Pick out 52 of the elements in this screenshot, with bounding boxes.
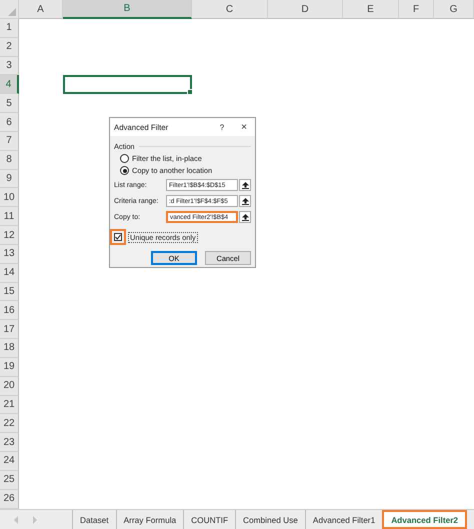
row-header[interactable]: 12: [0, 226, 19, 245]
row-header[interactable]: 6: [0, 113, 19, 132]
sheet-tab[interactable]: Array Formula: [116, 510, 184, 529]
row-header[interactable]: 25: [0, 470, 19, 490]
corner-triangle-icon: [8, 8, 16, 16]
row-header[interactable]: 19: [0, 358, 19, 377]
column-header[interactable]: G: [434, 0, 474, 19]
row-header[interactable]: 15: [0, 282, 19, 302]
row-header[interactable]: 26: [0, 490, 19, 509]
help-button[interactable]: ?: [215, 122, 229, 132]
column-header[interactable]: F: [399, 0, 434, 19]
row-header[interactable]: 18: [0, 339, 19, 358]
checkmark-icon: [114, 233, 122, 241]
sheet-tab[interactable]: Advanced Filter2: [382, 510, 468, 529]
row-header[interactable]: 16: [0, 301, 19, 320]
column-header[interactable]: C: [192, 0, 268, 19]
row-header[interactable]: 8: [0, 150, 19, 170]
row-header[interactable]: 11: [0, 207, 19, 226]
row-header[interactable]: 22: [0, 414, 19, 434]
column-header[interactable]: A: [19, 0, 63, 19]
row-header[interactable]: 4: [0, 75, 19, 94]
row-header[interactable]: 3: [0, 56, 19, 76]
close-button[interactable]: ×: [237, 122, 251, 132]
active-cell[interactable]: [63, 75, 192, 94]
radio-button[interactable]: [120, 166, 129, 175]
row-header[interactable]: 10: [0, 188, 19, 208]
row-header[interactable]: 21: [0, 396, 19, 414]
row-header[interactable]: 5: [0, 94, 19, 114]
sheet-tab[interactable]: COUNTIF: [183, 510, 236, 529]
checkbox[interactable]: [110, 229, 126, 245]
sheet-tab[interactable]: Combined Use: [235, 510, 305, 529]
radio-button[interactable]: [120, 154, 129, 163]
column-header[interactable]: B: [63, 0, 192, 19]
row-header[interactable]: 1: [0, 19, 19, 38]
column-header[interactable]: E: [343, 0, 399, 19]
upload-arrow-icon: [242, 214, 248, 220]
row-header[interactable]: 7: [0, 132, 19, 151]
row-header[interactable]: 24: [0, 452, 19, 471]
collapse-button[interactable]: [239, 211, 251, 223]
row-header[interactable]: 9: [0, 170, 19, 188]
column-header[interactable]: D: [268, 0, 343, 19]
row-header[interactable]: 13: [0, 244, 19, 264]
upload-arrow-icon: [242, 198, 248, 204]
collapse-button[interactable]: [239, 195, 251, 207]
row-header[interactable]: 2: [0, 38, 19, 57]
collapse-button[interactable]: [239, 179, 251, 191]
row-header[interactable]: 14: [0, 264, 19, 283]
upload-arrow-icon: [242, 182, 248, 188]
row-header[interactable]: 17: [0, 320, 19, 340]
sheet-tab[interactable]: Dataset: [72, 510, 116, 529]
row-header[interactable]: 23: [0, 433, 19, 452]
row-header[interactable]: 20: [0, 376, 19, 396]
